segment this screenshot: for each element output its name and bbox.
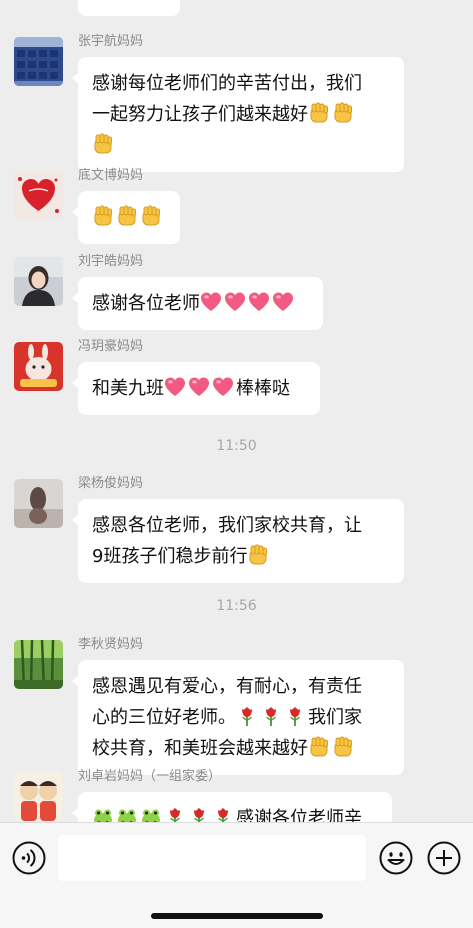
sender-name: 李秋贤妈妈 — [78, 637, 144, 652]
home-indicator[interactable] — [151, 913, 323, 919]
fist-emoji-icon — [308, 736, 330, 758]
frog-emoji-icon — [116, 806, 138, 822]
emoji-face-icon[interactable] — [378, 840, 414, 876]
heart-emoji-icon — [164, 376, 186, 398]
avatar[interactable] — [14, 640, 63, 689]
fist-emoji-icon — [92, 133, 114, 155]
avatar[interactable] — [14, 257, 63, 306]
sender-name: 刘宇皓妈妈 — [78, 254, 144, 269]
message-text: 感恩各位老师，我们家校共育，让 — [92, 515, 362, 536]
previous-message-bubble[interactable] — [78, 0, 180, 16]
rose-emoji-icon — [212, 806, 234, 822]
frog-emoji-icon — [92, 806, 114, 822]
message-bubble[interactable]: 感谢各位老师辛 — [72, 792, 392, 822]
avatar[interactable] — [14, 171, 63, 220]
heart-emoji-icon — [224, 291, 246, 313]
sender-name: 张宇航妈妈 — [78, 34, 144, 49]
fist-emoji-icon — [92, 205, 114, 227]
heart-emoji-icon — [272, 291, 294, 313]
message-text: 校共育，和美班会越来越好 — [92, 738, 308, 759]
avatar[interactable] — [14, 342, 63, 391]
message-bubble[interactable] — [72, 191, 180, 244]
message-text: 感谢每位老师们的辛苦付出，我们 — [92, 73, 362, 94]
sender-name: 冯玥豪妈妈 — [78, 339, 144, 354]
rose-emoji-icon — [236, 705, 258, 727]
sender-name: 梁杨俊妈妈 — [78, 476, 144, 491]
timestamp: 11:50 — [216, 438, 257, 454]
rose-emoji-icon — [188, 806, 210, 822]
message-text: 棒棒哒 — [236, 378, 290, 399]
heart-emoji-icon — [188, 376, 210, 398]
message-text: 感谢各位老师 — [92, 293, 200, 314]
message-text: 我们家 — [308, 707, 362, 728]
chat-area[interactable]: 张宇航妈妈 感谢每位老师们的辛苦付出，我们 一起努力让孩子们越来越好 底文博妈妈 — [0, 0, 473, 822]
rose-emoji-icon — [260, 705, 282, 727]
timestamp: 11:56 — [216, 598, 257, 614]
message-text: 感恩遇见有爱心，有耐心，有责任 — [92, 676, 362, 697]
avatar[interactable] — [14, 772, 63, 821]
frog-emoji-icon — [140, 806, 162, 822]
sender-name: 刘卓岩妈妈（一组家委） — [78, 769, 222, 784]
plus-icon[interactable] — [426, 840, 462, 876]
message-text: 9班孩子们稳步前行 — [92, 546, 248, 567]
fist-emoji-icon — [116, 205, 138, 227]
message-bubble[interactable]: 感谢各位老师 — [72, 277, 323, 330]
message-bubble[interactable]: 感恩各位老师，我们家校共育，让 9班孩子们稳步前行 — [72, 499, 404, 583]
voice-icon[interactable] — [11, 840, 47, 876]
message-bubble[interactable]: 感谢每位老师们的辛苦付出，我们 一起努力让孩子们越来越好 — [72, 57, 404, 172]
message-text: 感谢各位老师辛 — [236, 808, 362, 822]
fist-emoji-icon — [332, 102, 354, 124]
message-bubble[interactable]: 感恩遇见有爱心，有耐心，有责任 心的三位好老师。 我们家 校共育，和美班会越来越好 — [72, 660, 404, 775]
heart-emoji-icon — [212, 376, 234, 398]
rose-emoji-icon — [284, 705, 306, 727]
avatar[interactable] — [14, 37, 63, 86]
avatar[interactable] — [14, 479, 63, 528]
heart-emoji-icon — [248, 291, 270, 313]
message-text: 一起努力让孩子们越来越好 — [92, 104, 308, 125]
sender-name: 底文博妈妈 — [78, 168, 144, 183]
message-bubble[interactable]: 和美九班 棒棒哒 — [72, 362, 320, 415]
message-text: 心的三位好老师。 — [92, 707, 236, 728]
rose-emoji-icon — [164, 806, 186, 822]
heart-emoji-icon — [200, 291, 222, 313]
fist-emoji-icon — [332, 736, 354, 758]
message-text: 和美九班 — [92, 378, 164, 399]
fist-emoji-icon — [247, 544, 269, 566]
fist-emoji-icon — [308, 102, 330, 124]
fist-emoji-icon — [140, 205, 162, 227]
message-input[interactable] — [58, 835, 366, 881]
